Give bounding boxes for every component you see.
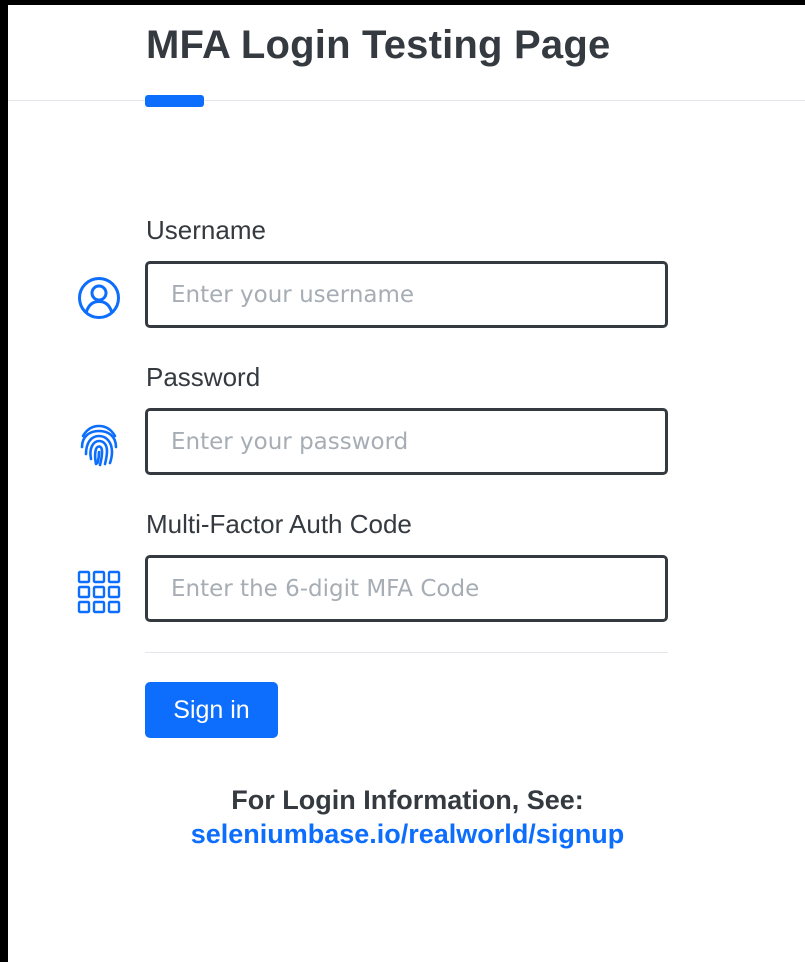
page-title: MFA Login Testing Page xyxy=(146,23,611,67)
mfa-label: Multi-Factor Auth Code xyxy=(146,509,412,539)
username-input[interactable] xyxy=(145,261,668,328)
keypad-grid-icon xyxy=(77,570,121,614)
login-info-heading: For Login Information, See: xyxy=(231,785,584,815)
signup-link[interactable]: seleniumbase.io/realworld/signup xyxy=(145,817,670,851)
login-info: For Login Information, See: seleniumbase… xyxy=(145,783,670,851)
username-label: Username xyxy=(146,215,266,245)
mfa-code-input[interactable] xyxy=(145,555,668,622)
sign-in-button[interactable]: Sign in xyxy=(145,682,278,738)
fingerprint-icon xyxy=(80,424,118,467)
user-circle-icon xyxy=(78,277,120,319)
password-label: Password xyxy=(146,362,261,392)
title-accent-bar xyxy=(145,95,204,107)
login-page: MFA Login Testing Page Username Password… xyxy=(8,5,805,962)
header-divider xyxy=(8,100,805,101)
password-input[interactable] xyxy=(145,408,668,475)
form-divider xyxy=(145,652,668,653)
